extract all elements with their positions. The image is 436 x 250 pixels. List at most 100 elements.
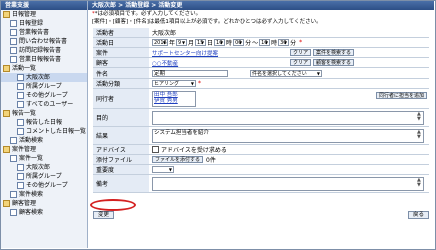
sidebar-item[interactable]: すべてのユーザー bbox=[1, 100, 87, 109]
sidebar-item[interactable]: 活動一覧 bbox=[1, 64, 87, 73]
required-mark: * bbox=[299, 39, 303, 46]
page-icon bbox=[17, 74, 24, 81]
sidebar-item-label: 営業日報報告書 bbox=[19, 56, 62, 63]
row-memo: 備考 ▲ ▼ bbox=[93, 175, 429, 193]
sidebar-item[interactable]: コメントした日報一覧 bbox=[1, 127, 87, 136]
advice-checkbox-label: アドバイスを受け求める bbox=[161, 147, 227, 154]
row-attendees: 同行者 田中 吾郎 伊賀 秀男 同行者に担当を追加 bbox=[93, 89, 429, 109]
sidebar-item[interactable]: 顧客管理 bbox=[1, 199, 87, 208]
sidebar-item[interactable]: 顧客検索 bbox=[1, 208, 87, 217]
sidebar-item-label: 顧客検索 bbox=[19, 209, 44, 216]
add-attendee-button[interactable]: 同行者に担当を追加 bbox=[375, 92, 427, 99]
project-link[interactable]: サポートセンター向け提案 bbox=[152, 49, 286, 57]
page-icon bbox=[17, 119, 24, 126]
submit-button[interactable]: 変更 bbox=[93, 211, 115, 219]
sidebar-item[interactable]: 案件管理 bbox=[1, 145, 87, 154]
sidebar-item-label: 所属グループ bbox=[26, 173, 62, 180]
folder-icon bbox=[3, 11, 10, 18]
importance-select[interactable]: ▼ bbox=[152, 166, 174, 173]
customer-clear-button[interactable]: クリア bbox=[290, 59, 312, 66]
page-icon bbox=[10, 20, 17, 27]
end-hour-select[interactable]: 10 ▼ bbox=[259, 39, 271, 46]
subject-input[interactable]: 定期 bbox=[152, 69, 228, 77]
scroll-arrows-icon[interactable]: ▲ ▼ bbox=[417, 177, 422, 188]
row-date: 活動日 2016 ▼ 年 9 ▼ 月 15 ▼ 日 10 ▼ 時 00 ▼ 分 ～ 10 ▼… bbox=[93, 38, 429, 48]
sidebar-item[interactable]: 営業日報報告書 bbox=[1, 55, 87, 64]
page-icon bbox=[10, 137, 17, 144]
sidebar-item[interactable]: 営業報告書 bbox=[1, 28, 87, 37]
advice-checkbox[interactable] bbox=[152, 146, 159, 153]
attendees-label: 同行者 bbox=[93, 89, 149, 108]
month-select[interactable]: 9 ▼ bbox=[176, 39, 188, 46]
note-required-text: *は必須項目です。必ず入力してください。 bbox=[94, 11, 202, 17]
attach-count: 0件 bbox=[206, 157, 216, 164]
year-unit: 年 bbox=[169, 40, 176, 47]
page-icon bbox=[17, 164, 24, 171]
page-icon bbox=[17, 83, 24, 90]
start-min-select[interactable]: 00 ▼ bbox=[233, 39, 245, 46]
back-button[interactable]: 戻る bbox=[407, 211, 429, 219]
page-icon bbox=[10, 29, 17, 36]
scroll-arrows-icon[interactable]: ▲ ▼ bbox=[417, 111, 422, 122]
sidebar-item[interactable]: 報告した日報 bbox=[1, 118, 87, 127]
sidebar: 営業支援 日報管理 日報登録営業報告書 問い合わせ報告書 訪問記録報告書 営業日報報告書… bbox=[1, 1, 88, 248]
project-search-button[interactable]: 案件を検索する bbox=[313, 49, 355, 56]
sidebar-item[interactable]: その他グループ bbox=[1, 181, 87, 190]
result-label: 結果 bbox=[93, 127, 149, 144]
scroll-arrows-icon[interactable]: ▲ ▼ bbox=[417, 129, 422, 140]
sidebar-item-label: 営業報告書 bbox=[19, 29, 50, 36]
main-panel: 大阪次郎 > 活動登録 > 活動変更 **は必須項目です。必ず入力してください。… bbox=[88, 1, 434, 248]
customer-label: 顧客 bbox=[93, 58, 149, 67]
sidebar-item[interactable]: その他グループ bbox=[1, 91, 87, 100]
owner-value: 大阪次郎 bbox=[152, 30, 177, 37]
customer-search-button[interactable]: 顧客を検索する bbox=[313, 59, 355, 66]
sidebar-item[interactable]: 日報管理 bbox=[1, 10, 87, 19]
sidebar-item-label: 報告した日報 bbox=[26, 119, 63, 126]
sidebar-item-label: 顧客管理 bbox=[12, 200, 37, 207]
customer-link[interactable]: ○○不動産 bbox=[152, 59, 286, 67]
purpose-textarea[interactable]: ▲ ▼ bbox=[152, 110, 424, 125]
type-label: 活動分類 bbox=[93, 79, 149, 88]
page-icon bbox=[17, 173, 24, 180]
sidebar-item-label: 活動検索 bbox=[19, 137, 44, 144]
memo-textarea[interactable]: ▲ ▼ bbox=[152, 176, 424, 191]
date-label: 活動日 bbox=[93, 38, 149, 47]
row-importance: 重要度 ▼ bbox=[93, 165, 429, 175]
sidebar-item[interactable]: 案件一覧 bbox=[1, 154, 87, 163]
row-advice: アドバイス アドバイスを受け求める bbox=[93, 145, 429, 155]
attendees-list[interactable]: 田中 吾郎 伊賀 秀男 bbox=[152, 90, 196, 107]
end-min-select[interactable]: 30 ▼ bbox=[278, 39, 290, 46]
row-subject: 件名 定期 件名を選択してください ▼ bbox=[93, 68, 429, 79]
sidebar-item-label: 報告一覧 bbox=[12, 110, 37, 117]
sidebar-item[interactable]: 訪問記録報告書 bbox=[1, 46, 87, 55]
subject-select[interactable]: 件名を選択してください ▼ bbox=[250, 69, 322, 77]
page-icon bbox=[10, 155, 17, 162]
row-attach: 添付ファイル ファイルを添付する 0件 bbox=[93, 155, 429, 165]
sidebar-item[interactable]: 大阪次郎 bbox=[1, 163, 87, 172]
sidebar-item[interactable]: 問い合わせ報告書 bbox=[1, 37, 87, 46]
type-select[interactable]: ヒアリング ▼ bbox=[152, 80, 196, 87]
result-textarea[interactable]: システム担当者を紹介 ▲ ▼ bbox=[152, 128, 424, 143]
sidebar-item[interactable]: 所属グループ bbox=[1, 172, 87, 181]
year-select[interactable]: 2016 ▼ bbox=[152, 39, 168, 46]
sidebar-item[interactable]: 活動検索 bbox=[1, 136, 87, 145]
project-clear-button[interactable]: クリア bbox=[290, 49, 312, 56]
attendee-2[interactable]: 伊賀 秀男 bbox=[153, 98, 195, 104]
sidebar-item[interactable]: 日報登録 bbox=[1, 19, 87, 28]
sidebar-item-label: 案件一覧 bbox=[19, 155, 44, 162]
page-icon bbox=[17, 101, 24, 108]
project-label: 案件 bbox=[93, 48, 149, 57]
sidebar-item[interactable]: 案件検索 bbox=[1, 190, 87, 199]
sidebar-item[interactable]: 報告一覧 bbox=[1, 109, 87, 118]
folder-icon bbox=[3, 200, 10, 207]
start-hour-select[interactable]: 10 ▼ bbox=[214, 39, 226, 46]
highlight-circle bbox=[90, 199, 136, 211]
sidebar-item[interactable]: 所属グループ bbox=[1, 82, 87, 91]
sidebar-header: 営業支援 bbox=[1, 1, 87, 10]
day-select[interactable]: 15 ▼ bbox=[195, 39, 207, 46]
row-result: 結果 システム担当者を紹介 ▲ ▼ bbox=[93, 127, 429, 145]
attach-file-button[interactable]: ファイルを添付する bbox=[152, 156, 204, 163]
required-mark: * bbox=[198, 80, 201, 87]
sidebar-item-label: 日報登録 bbox=[19, 20, 44, 27]
sidebar-item[interactable]: 大阪次郎 bbox=[1, 73, 87, 82]
